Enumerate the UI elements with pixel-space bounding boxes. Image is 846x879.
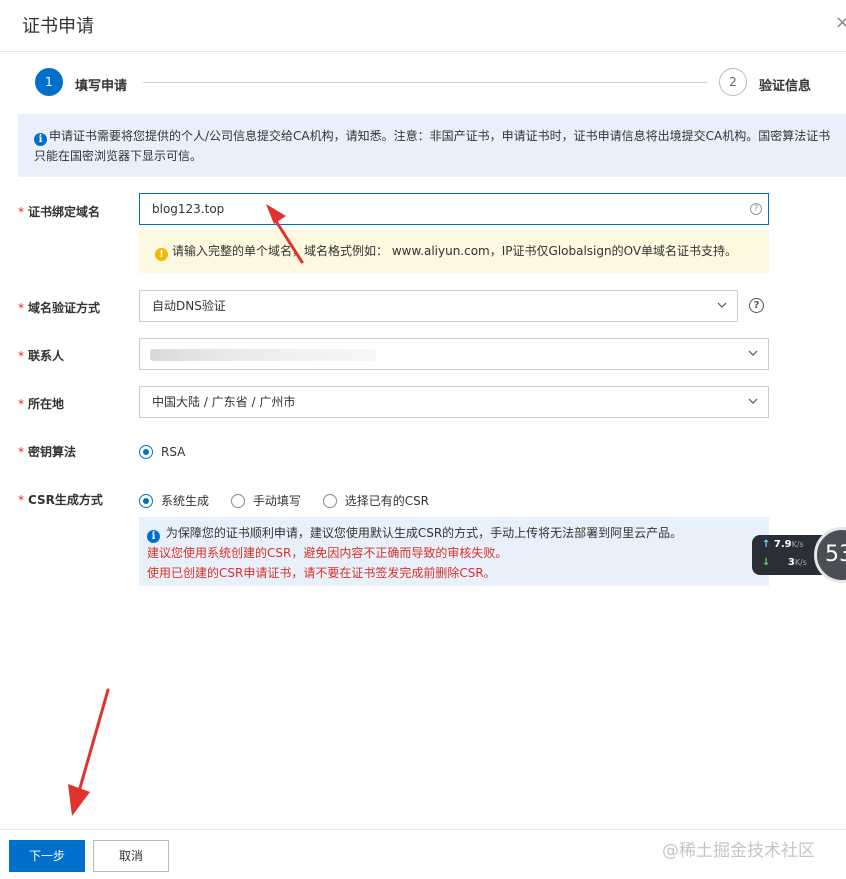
radio-manual-fill[interactable]: 手动填写 <box>230 492 301 509</box>
watermark: @稀土掘金技术社区 <box>662 841 815 861</box>
download-speed: 3 <box>787 557 795 568</box>
download-arrow-icon: ↓ <box>762 557 771 568</box>
csr-info-line2: 建议您使用系统创建的CSR，避免因内容不正确而导致的审核失败。 <box>147 546 508 560</box>
verify-method-label: * 域名验证方式 <box>18 301 101 315</box>
close-icon[interactable]: × <box>835 12 846 33</box>
domain-warning: ! 请输入完整的单个域名，域名格式例如： www.aliyun.com，IP证书仅… <box>139 230 769 273</box>
info-icon: i <box>34 133 47 146</box>
step-2-label: 验证信息 <box>759 79 812 94</box>
domain-input[interactable]: blog123.top ? <box>139 193 769 225</box>
radio-system-generate[interactable]: 系统生成 <box>139 492 209 509</box>
help-icon[interactable]: ? <box>750 203 762 215</box>
step-1-number: 1 <box>35 68 63 96</box>
domain-label: * 证书绑定域名 <box>18 205 101 219</box>
radio-rsa[interactable]: RSA <box>139 444 185 459</box>
step-2-number: 2 <box>719 68 747 96</box>
contact-label: * 联系人 <box>18 349 65 363</box>
help-icon[interactable]: ? <box>749 298 764 313</box>
chevron-down-icon <box>748 398 758 404</box>
chevron-down-icon <box>717 302 727 308</box>
warning-icon: ! <box>155 248 168 261</box>
radio-checked-icon <box>139 494 153 508</box>
csr-info-line3: 使用已创建的CSR申请证书，请不要在证书签发完成前删除CSR。 <box>147 566 496 580</box>
verify-method-value: 自动DNS验证 <box>152 299 226 313</box>
blurred-contact <box>150 349 376 361</box>
step-connector <box>143 82 707 83</box>
domain-warning-text: 请输入完整的单个域名，域名格式例如： www.aliyun.com，IP证书仅G… <box>172 244 738 258</box>
step-1-label: 填写申请 <box>75 79 128 94</box>
upload-arrow-icon: ↑ <box>762 539 771 550</box>
key-algorithm-label: * 密钥算法 <box>18 445 77 459</box>
domain-input-value: blog123.top <box>152 202 225 216</box>
annotation-arrow-icon <box>68 688 110 816</box>
key-algorithm-group: RSA <box>139 444 185 460</box>
radio-unchecked-icon <box>230 494 245 508</box>
csr-info-box: i 为保障您的证书顺利申请，建议您使用默认生成CSR的方式，手动上传将无法部署到… <box>139 517 769 586</box>
upload-speed: 7.9 <box>773 539 792 550</box>
step-indicator: 1 填写申请 2 验证信息 <box>0 62 846 102</box>
cancel-button[interactable]: 取消 <box>93 840 169 872</box>
verify-method-select[interactable]: 自动DNS验证 <box>139 290 738 322</box>
csr-method-group: 系统生成 手动填写 选择已有的CSR <box>139 492 429 508</box>
csr-info-line1: 为保障您的证书顺利申请，建议您使用默认生成CSR的方式，手动上传将无法部署到阿里… <box>165 526 683 540</box>
next-button[interactable]: 下一步 <box>9 840 85 872</box>
location-value: 中国大陆 / 广东省 / 广州市 <box>152 395 296 409</box>
annotation-arrow-icon <box>266 204 304 264</box>
cert-notice: i 申请证书需要将您提供的个人/公司信息提交给CA机构，请知悉。注意：非国产证书，… <box>18 114 846 177</box>
contact-select[interactable] <box>139 338 769 370</box>
location-label: * 所在地 <box>18 397 65 411</box>
dialog-title: 证书申请 <box>22 16 94 37</box>
radio-existing-csr[interactable]: 选择已有的CSR <box>322 492 429 509</box>
dialog-footer: 下一步 取消 @稀土掘金技术社区 <box>0 829 846 879</box>
info-icon: i <box>147 530 160 543</box>
notice-text: 申请证书需要将您提供的个人/公司信息提交给CA机构，请知悉。注意：非国产证书，申… <box>34 129 831 163</box>
csr-method-label: * CSR生成方式 <box>18 493 103 507</box>
radio-unchecked-icon <box>322 494 337 508</box>
dialog-header: 证书申请 × <box>0 0 846 52</box>
network-speed-widget[interactable]: ↑ 7.9K/s ↓ 3K/s 53 <box>752 527 846 583</box>
chevron-down-icon <box>748 350 758 356</box>
location-select[interactable]: 中国大陆 / 广东省 / 广州市 <box>139 386 769 418</box>
radio-checked-icon <box>139 444 153 459</box>
